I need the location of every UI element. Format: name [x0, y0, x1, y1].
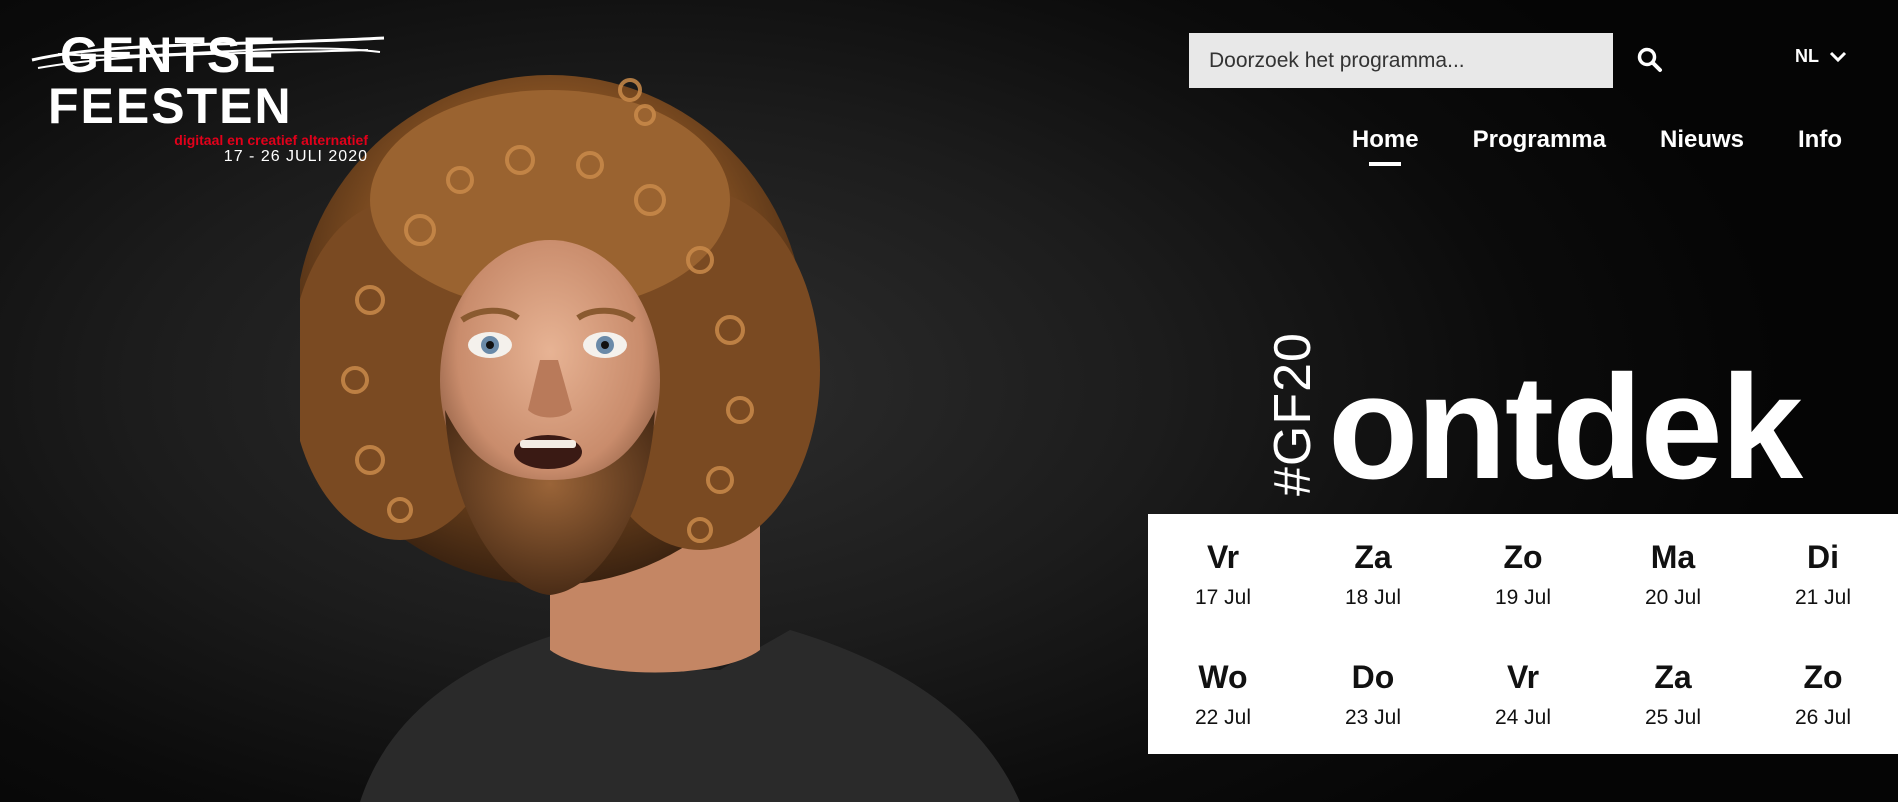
- day-name: Vr: [1506, 658, 1540, 695]
- day-cell[interactable]: Vr 24 Jul: [1448, 634, 1598, 754]
- nav-item-programma[interactable]: Programma: [1473, 126, 1606, 154]
- day-name: Za: [1354, 538, 1392, 575]
- hashtag-label: #GF20: [1264, 332, 1322, 496]
- logo-line2: FEESTEN: [48, 78, 293, 134]
- logo-scribble-icon: [31, 36, 385, 69]
- day-cell[interactable]: Za 25 Jul: [1598, 634, 1748, 754]
- day-date: 24 Jul: [1494, 705, 1552, 729]
- day-name: Do: [1351, 658, 1395, 695]
- day-name: Zo: [1503, 538, 1543, 575]
- day-date: 26 Jul: [1794, 705, 1852, 729]
- day-date: 18 Jul: [1344, 585, 1402, 609]
- language-label: NL: [1795, 46, 1819, 66]
- day-calendar: Vr 17 Jul Za 18 Jul Zo 19 Jul Ma 20 Jul …: [1148, 514, 1898, 754]
- day-date: 23 Jul: [1344, 705, 1402, 729]
- day-date: 22 Jul: [1194, 705, 1252, 729]
- hashtag-wrapper: #GF20: [1262, 332, 1324, 496]
- chevron-down-icon: [1829, 51, 1847, 62]
- hero-image: [300, 70, 1120, 802]
- logo-dates: 17 - 26 JULI 2020: [223, 148, 368, 165]
- day-cell[interactable]: Zo 19 Jul: [1448, 514, 1598, 634]
- nav-item-home[interactable]: Home: [1352, 126, 1419, 154]
- nav-item-info[interactable]: Info: [1798, 126, 1842, 154]
- day-cell[interactable]: Zo 26 Jul: [1748, 634, 1898, 754]
- day-name: Di: [1807, 538, 1839, 575]
- day-cell[interactable]: Di 21 Jul: [1748, 514, 1898, 634]
- day-name: Vr: [1206, 538, 1240, 575]
- logo-tagline: digitaal en creatief alternatief: [174, 132, 368, 148]
- nav-item-nieuws[interactable]: Nieuws: [1660, 126, 1744, 154]
- day-name: Wo: [1198, 658, 1248, 695]
- day-name: Zo: [1803, 658, 1843, 695]
- day-cell[interactable]: Wo 22 Jul: [1148, 634, 1298, 754]
- day-cell[interactable]: Vr 17 Jul: [1148, 514, 1298, 634]
- day-cell[interactable]: Do 23 Jul: [1298, 634, 1448, 754]
- search-icon: [1637, 47, 1662, 72]
- day-date: 19 Jul: [1494, 585, 1552, 609]
- page: GENTSE FEESTEN digitaal en creatief alte…: [0, 0, 1898, 802]
- day-cell[interactable]: Za 18 Jul: [1298, 514, 1448, 634]
- day-cell[interactable]: Ma 20 Jul: [1598, 514, 1748, 634]
- main-nav: Home Programma Nieuws Info: [1352, 126, 1842, 154]
- day-date: 20 Jul: [1644, 585, 1702, 609]
- headline-ontdek: ontdek: [1328, 345, 1803, 510]
- day-name: Za: [1654, 658, 1692, 695]
- search-button[interactable]: [1630, 40, 1672, 82]
- day-date: 17 Jul: [1194, 585, 1252, 609]
- day-date: 21 Jul: [1794, 585, 1852, 609]
- day-date: 25 Jul: [1644, 705, 1702, 729]
- language-select[interactable]: NL: [1795, 46, 1847, 67]
- gentse-feesten-logo[interactable]: GENTSE FEESTEN digitaal en creatief alte…: [28, 26, 388, 176]
- day-name: Ma: [1650, 538, 1696, 575]
- search-input[interactable]: [1189, 33, 1613, 88]
